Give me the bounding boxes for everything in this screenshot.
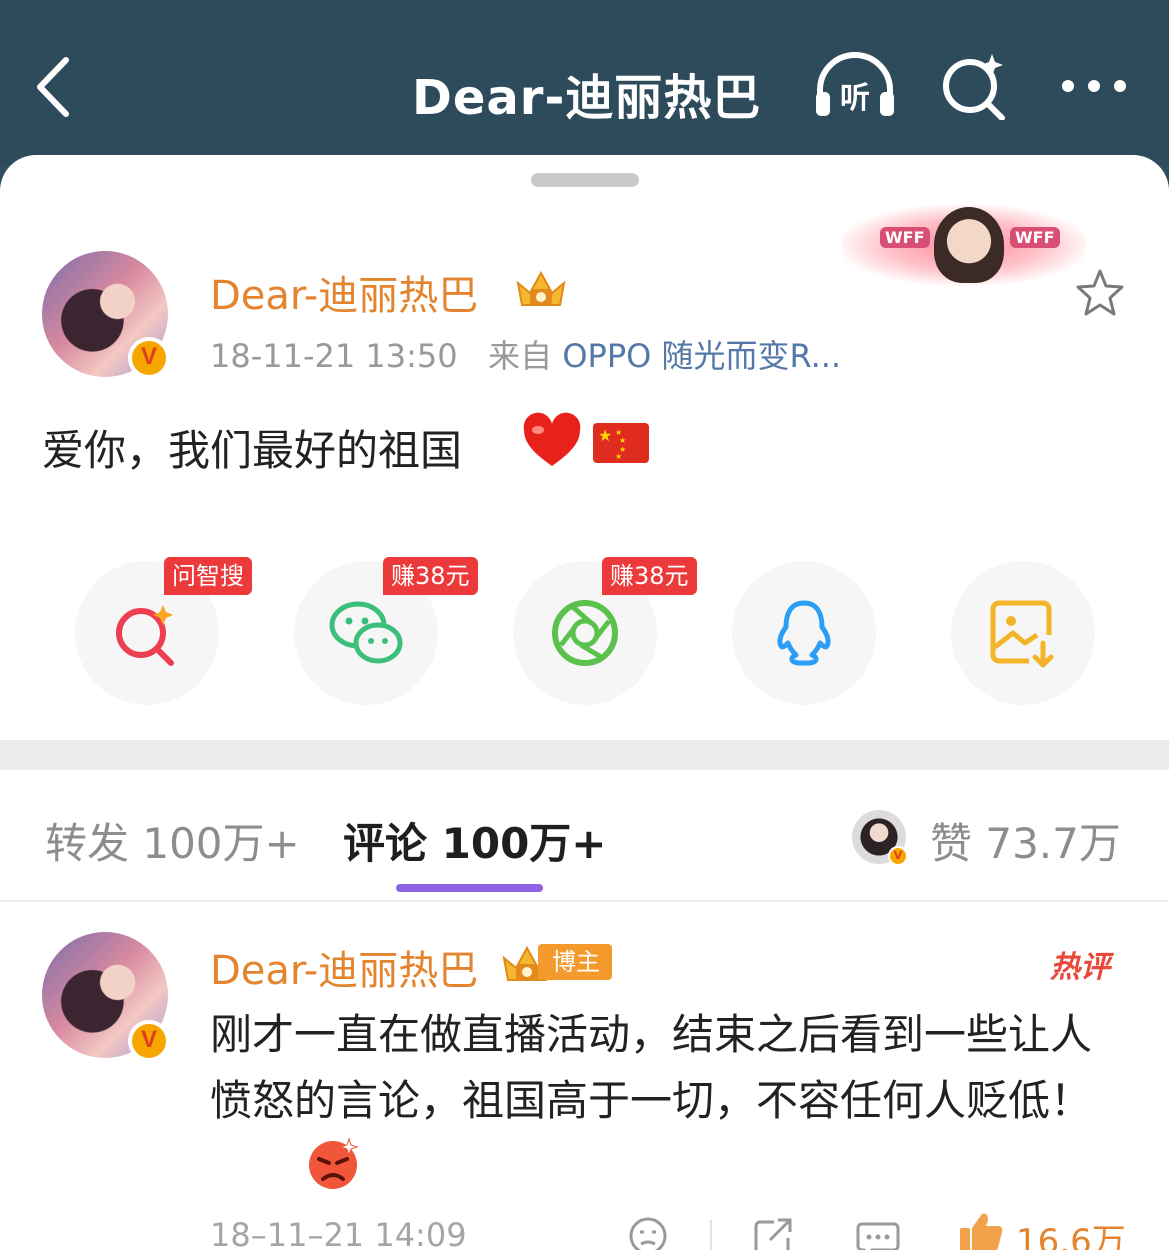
more-dots-icon [1062, 80, 1126, 92]
share-save-image-button[interactable] [951, 561, 1095, 705]
post-body: 爱你，我们最好的祖国 [42, 426, 463, 475]
comment-body: 刚才一直在做直播活动，结束之后看到一些让人愤怒的言论，祖国高于一切，不容任何人贬… [210, 1010, 1093, 1125]
top-nav-bar: Dear-迪丽热巴 听 [0, 0, 1169, 165]
blogger-badge: 博主 [538, 944, 612, 980]
commenter-name[interactable]: Dear-迪丽热巴 [210, 938, 478, 996]
search-button[interactable] [940, 50, 1010, 121]
more-button[interactable] [1058, 70, 1130, 102]
chevron-left-icon [37, 57, 69, 117]
red-heart-icon [523, 412, 581, 466]
share-icon[interactable] [752, 1216, 796, 1250]
star-icon [1076, 269, 1124, 316]
share-qq-button[interactable] [732, 561, 876, 705]
post-meta: 18-11-21 13:50 来自 OPPO 随光而变R... [210, 331, 841, 377]
verified-badge-icon: V [128, 1020, 170, 1062]
thumbs-up-icon[interactable] [958, 1210, 1004, 1250]
wechat-icon [329, 601, 403, 664]
fan-badge-tag: WFF [1010, 227, 1060, 248]
verified-badge-icon: V [888, 846, 908, 866]
emoji-reaction-icon[interactable] [626, 1216, 670, 1250]
comment-icon[interactable] [856, 1216, 900, 1250]
comment-like-count: 16.6万 [1016, 1222, 1126, 1250]
drag-handle[interactable] [531, 173, 639, 187]
author-name[interactable]: Dear-迪丽热巴 [210, 263, 478, 321]
tab-comment[interactable]: 评论 100万+ [343, 810, 607, 871]
tab-repost[interactable]: 转发 100万+ [45, 810, 300, 871]
fan-badge[interactable]: WFF WFF [842, 205, 1086, 285]
liker-avatar: V [852, 810, 908, 866]
source-prefix: 来自 [488, 337, 553, 375]
verified-badge-icon: V [128, 337, 170, 379]
source-device-link[interactable]: OPPO 随光而变R... [562, 337, 841, 375]
fan-badge-portrait [934, 207, 1004, 283]
headphones-icon: 听 [816, 52, 894, 116]
action-divider [710, 1220, 712, 1250]
svg-text:听: 听 [840, 81, 870, 116]
qq-icon [777, 600, 831, 666]
hot-comment-label: 热评 [1050, 950, 1110, 985]
fan-badge-tag: WFF [880, 227, 930, 248]
crown-icon [516, 270, 566, 306]
listen-button[interactable]: 听 [812, 50, 898, 120]
comment-timestamp: 18–11–21 14:09 [210, 1216, 467, 1250]
tab-divider [0, 900, 1169, 902]
page-title: Dear-迪丽热巴 [412, 70, 762, 126]
china-flag-icon: ★ ★ ★ ★ ★ [593, 423, 649, 463]
share-tag: 赚38元 [602, 557, 697, 595]
search-sparkle-icon [943, 54, 1005, 121]
favorite-button[interactable] [1074, 267, 1126, 319]
share-tag: 赚38元 [383, 557, 478, 595]
tab-like[interactable]: 赞 73.7万 [930, 810, 1121, 871]
save-image-icon [990, 600, 1054, 668]
search-sparkle-icon [116, 605, 174, 666]
angry-face-icon [309, 1137, 359, 1189]
section-divider [0, 740, 1169, 770]
post-timestamp: 18-11-21 13:50 [210, 337, 458, 375]
moments-icon [552, 600, 618, 666]
active-tab-indicator [396, 884, 543, 892]
back-button[interactable] [30, 52, 80, 122]
interaction-section: 转发 100万+ 评论 100万+ V 赞 73.7万 V Dear-迪丽热巴 … [0, 770, 1169, 1250]
share-tag: 问智搜 [164, 557, 252, 595]
post-card: WFF WFF V Dear-迪丽热巴 18-11-21 13:50 来自 OP… [0, 155, 1169, 740]
